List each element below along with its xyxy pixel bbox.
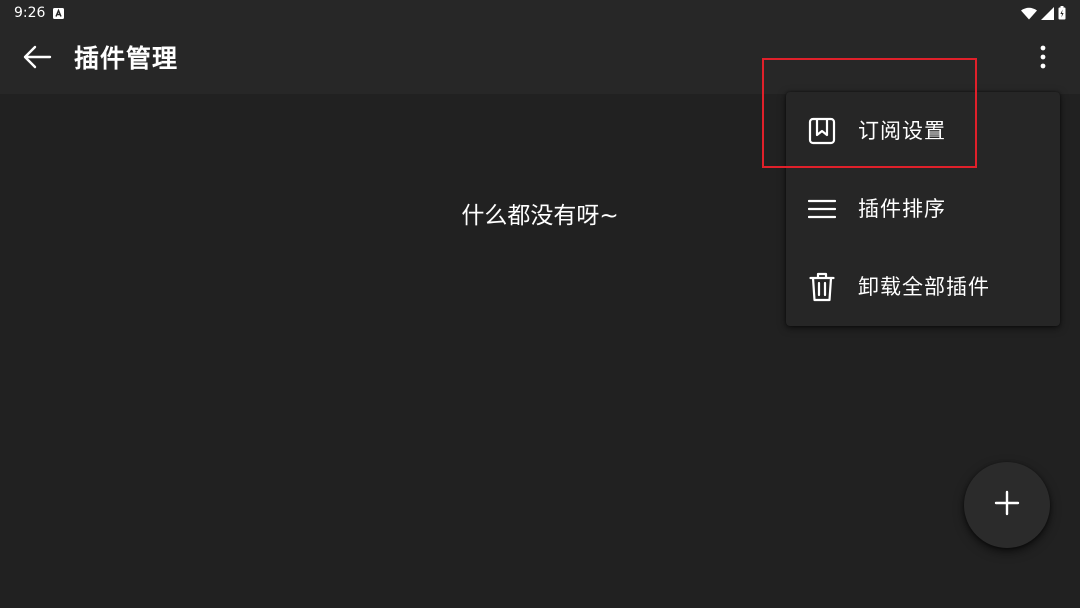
menu-lines-icon [806, 193, 838, 225]
back-button[interactable] [14, 36, 60, 82]
overflow-menu-button[interactable] [1020, 36, 1066, 82]
status-left: 9:26 [14, 5, 65, 21]
wifi-icon [1021, 7, 1037, 20]
notification-a-icon [53, 7, 65, 19]
menu-item-label: 卸载全部插件 [858, 275, 990, 299]
bookmark-icon [806, 115, 838, 147]
add-plugin-fab[interactable] [964, 462, 1050, 548]
trash-icon [806, 271, 838, 303]
plus-icon [994, 490, 1020, 520]
empty-state-message: 什么都没有呀~ [461, 203, 619, 229]
menu-item-label: 插件排序 [858, 197, 946, 221]
battery-icon [1058, 6, 1066, 20]
app-screen: 9:26 插件管理 什么都没有呀~ 订阅设置 插件排序 卸载全部插件 [0, 0, 1080, 608]
page-title: 插件管理 [74, 44, 179, 73]
status-bar: 9:26 [0, 0, 1080, 26]
menu-item-uninstall-all-plugins[interactable]: 卸载全部插件 [786, 248, 1060, 326]
arrow-left-icon [22, 45, 52, 73]
menu-item-label: 订阅设置 [858, 119, 946, 143]
status-right [1021, 6, 1066, 20]
popup-menu: 订阅设置 插件排序 卸载全部插件 [786, 92, 1060, 326]
app-bar: 插件管理 [0, 26, 1080, 94]
status-time: 9:26 [14, 5, 46, 21]
cellular-signal-icon [1041, 6, 1054, 20]
menu-item-plugin-sort[interactable]: 插件排序 [786, 170, 1060, 248]
menu-item-subscription-settings[interactable]: 订阅设置 [786, 92, 1060, 170]
more-vert-icon [1040, 45, 1046, 73]
